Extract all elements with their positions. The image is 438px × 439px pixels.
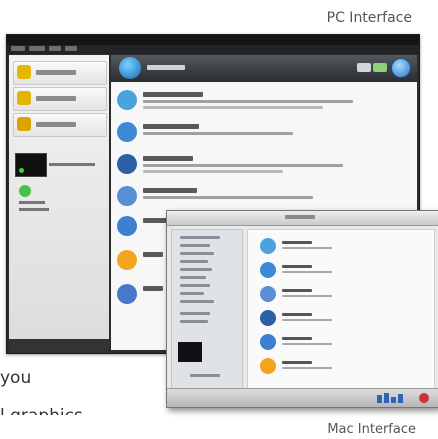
- pc-interface-caption: PC Interface: [326, 10, 412, 26]
- project-row-video[interactable]: [248, 284, 434, 306]
- sidebar-item[interactable]: [180, 268, 212, 271]
- mac-app-window: [166, 210, 438, 408]
- record-icon[interactable]: [419, 393, 429, 403]
- sidebar-item[interactable]: [180, 312, 210, 315]
- project-row-copy[interactable]: [248, 308, 434, 330]
- pc-sidebar: [9, 55, 109, 349]
- audio-project-icon: [260, 262, 276, 278]
- copy-project-icon: [260, 310, 276, 326]
- sidebar-item-audio[interactable]: [13, 87, 107, 111]
- data-project-icon: [117, 90, 137, 110]
- disc-image-projects-icon: [117, 216, 137, 236]
- toolbar-title: [147, 65, 185, 70]
- sidebar-item[interactable]: [180, 252, 214, 255]
- app-logo-icon: [119, 57, 141, 79]
- forward-arrow-icon[interactable]: [373, 63, 387, 72]
- mac-interface-caption: Mac Interface: [327, 422, 416, 437]
- pc-menu-bar: [7, 45, 419, 54]
- body-text-line: you: [0, 368, 32, 388]
- sidebar-item[interactable]: [180, 292, 204, 295]
- menu-item[interactable]: [49, 46, 61, 51]
- disc-capacity-meter: [377, 393, 409, 403]
- video-project-icon: [117, 186, 137, 206]
- pc-status-bar: [9, 339, 109, 353]
- menu-item[interactable]: [29, 46, 45, 51]
- sidebar-item[interactable]: [180, 300, 214, 303]
- photo-project-icon: [260, 358, 276, 374]
- pc-toolbar: [111, 55, 417, 81]
- burn-icon[interactable]: [19, 185, 31, 197]
- project-row-audio[interactable]: [111, 118, 417, 148]
- data-project-icon: [260, 238, 276, 254]
- project-row-image[interactable]: [248, 332, 434, 354]
- image-project-icon: [260, 334, 276, 350]
- device-thumbnail: [15, 153, 47, 177]
- device-thumbnail: [178, 342, 202, 362]
- project-row-video[interactable]: [111, 182, 417, 212]
- sidebar-item-video[interactable]: [13, 113, 107, 137]
- utility-project-icon: [117, 284, 137, 304]
- sidebar-item[interactable]: [180, 320, 208, 323]
- photo-project-icon: [117, 250, 137, 270]
- copy-project-icon: [117, 154, 137, 174]
- video-project-icon: [260, 286, 276, 302]
- body-text-line: l graphics: [0, 406, 83, 426]
- pc-title-bar: [7, 35, 419, 45]
- menu-item[interactable]: [11, 46, 25, 51]
- sidebar-item-data[interactable]: [13, 61, 107, 85]
- sidebar-item[interactable]: [180, 260, 208, 263]
- sidebar-item[interactable]: [180, 284, 210, 287]
- project-row-data[interactable]: [248, 236, 434, 258]
- project-row-photo[interactable]: [248, 356, 434, 378]
- help-icon[interactable]: [391, 58, 411, 78]
- sidebar-item[interactable]: [180, 244, 210, 247]
- data-disc-icon: [17, 65, 31, 79]
- project-list: [247, 229, 435, 389]
- status-led-icon: [19, 168, 24, 173]
- audio-disc-icon: [17, 91, 31, 105]
- menu-item[interactable]: [65, 46, 77, 51]
- project-row-audio[interactable]: [248, 260, 434, 282]
- audio-project-icon: [117, 122, 137, 142]
- project-row-copy[interactable]: [111, 150, 417, 180]
- back-arrow-icon[interactable]: [357, 63, 371, 72]
- mac-title-bar: [167, 211, 438, 226]
- mac-bottom-bar: [167, 388, 438, 407]
- mac-sidebar: [171, 229, 243, 389]
- project-row-data[interactable]: [111, 86, 417, 116]
- sidebar-item[interactable]: [180, 276, 206, 279]
- video-disc-icon: [17, 117, 31, 131]
